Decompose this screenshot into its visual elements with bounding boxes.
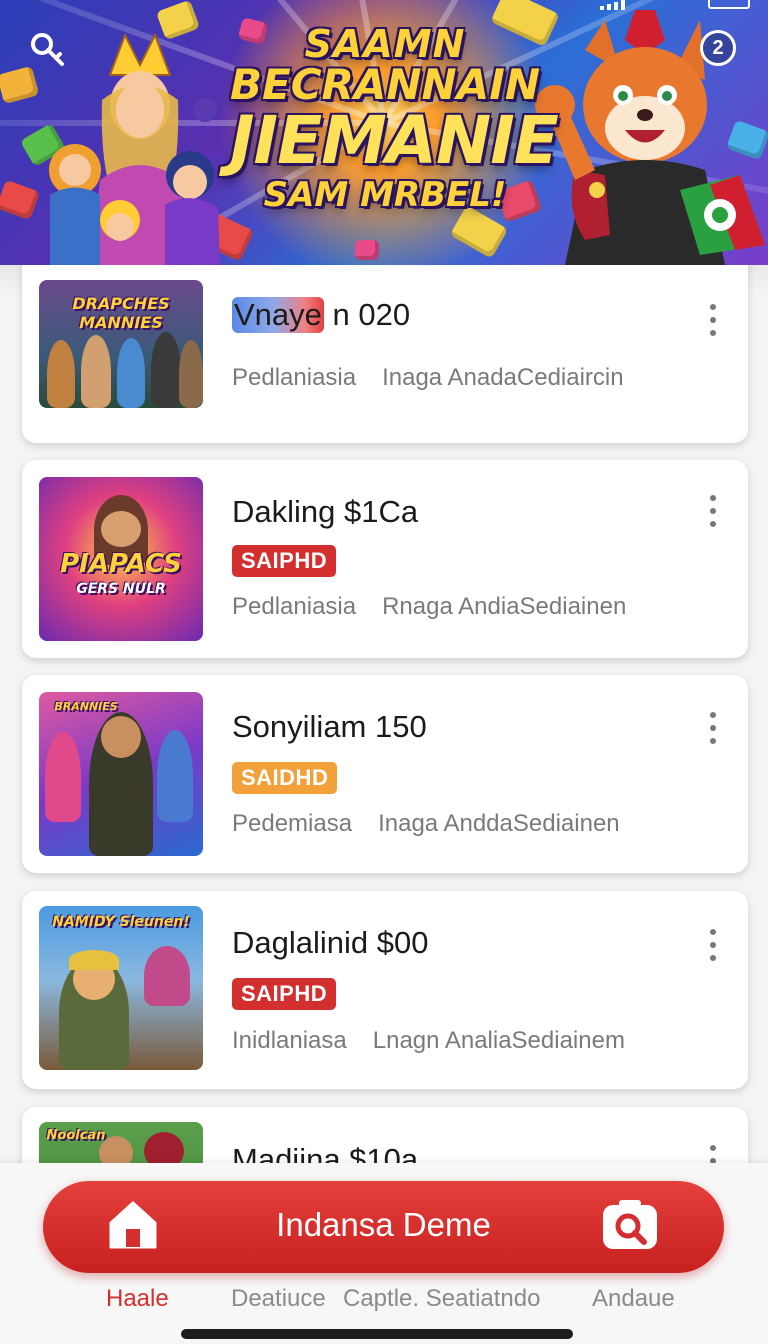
list-item[interactable]: BRANNIES Sonyiliam 150 SAIDHD Pedemiasa I… bbox=[22, 675, 748, 873]
item-sub-left: Inidlaniasa bbox=[232, 1027, 347, 1054]
item-title: Dakling $1Ca bbox=[232, 494, 419, 529]
thumbnail-title: DRAPCHES MANNIES bbox=[72, 294, 170, 332]
home-indicator[interactable] bbox=[181, 1329, 573, 1339]
more-options-icon[interactable] bbox=[703, 495, 723, 527]
promo-banner[interactable]: SAAMN BECRANNAIN JIEMANIE SAM MRBEL! 2 bbox=[0, 0, 768, 265]
game-thumbnail[interactable]: NAMIDY Sleunen! bbox=[39, 906, 203, 1070]
bottom-navigation: Indansa Deme Haale Deatiuce Captle. Seat… bbox=[0, 1163, 768, 1344]
list-item[interactable]: Noolcan Madiina $10a bbox=[22, 1107, 748, 1165]
title-rest: n 020 bbox=[332, 297, 411, 332]
item-sub-right: Rnaga AndiaSediainen bbox=[382, 593, 627, 620]
status-badge: SAIDHD bbox=[232, 762, 338, 794]
signal-icon bbox=[600, 0, 625, 10]
hero-characters-illustration bbox=[49, 32, 220, 265]
mahjong-tile-decoration bbox=[355, 240, 379, 260]
more-options-icon[interactable] bbox=[703, 712, 723, 744]
item-sub-right: Lnagn AnaliaSediainem bbox=[372, 1027, 625, 1054]
item-sub-left: Pedlaniasia bbox=[232, 593, 357, 620]
item-title: Sonyiliam 150 bbox=[232, 709, 427, 744]
banner-line-4: SAM MRBEL! bbox=[263, 174, 507, 215]
game-thumbnail[interactable]: PIAPACS GERS NULR bbox=[39, 477, 203, 641]
mahjong-tile-decoration bbox=[0, 179, 41, 221]
item-subtitle: Pedlaniasia Rnaga AndiaSediainen bbox=[232, 593, 626, 621]
item-sub-left: Pedemiasa bbox=[232, 810, 353, 837]
item-sub-right: Inaga AnadaCediaircin bbox=[382, 364, 624, 391]
more-options-icon[interactable] bbox=[703, 1145, 723, 1165]
item-subtitle: Pedemiasa Inaga AnddaSediainen bbox=[232, 810, 620, 838]
thumbnail-title: NAMIDY Sleunen! bbox=[52, 914, 190, 930]
status-badge: SAIPHD bbox=[232, 978, 337, 1010]
item-title: Madiina $10a bbox=[232, 1142, 419, 1165]
nav-item-3[interactable]: Captle. Seatiatndo bbox=[343, 1285, 540, 1313]
game-list[interactable]: DRAPCHES MANNIES Vnaye n 020 Pedlaniasia… bbox=[0, 265, 768, 1165]
mahjong-tile-decoration bbox=[0, 65, 40, 105]
thumbnail-title: PIAPACS bbox=[60, 549, 182, 579]
status-badge: SAIPHD bbox=[232, 545, 337, 577]
nav-item-home[interactable]: Haale bbox=[106, 1285, 169, 1313]
banner-line-3: JIEMANIE bbox=[230, 101, 559, 179]
list-item[interactable]: DRAPCHES MANNIES Vnaye n 020 Pedlaniasia… bbox=[22, 265, 748, 443]
search-icon[interactable] bbox=[601, 1199, 659, 1253]
banner-line-2: BECRANNAIN bbox=[230, 59, 540, 109]
thumbnail-subtitle: GERS NULR bbox=[76, 581, 166, 597]
nav-item-4[interactable]: Andaue bbox=[592, 1285, 675, 1313]
item-subtitle: Inidlaniasa Lnagn AnaliaSediainem bbox=[232, 1027, 625, 1055]
banner-line-1: SAAMN bbox=[304, 22, 466, 66]
key-icon[interactable] bbox=[28, 30, 68, 70]
more-options-icon[interactable] bbox=[703, 929, 723, 961]
notification-count-icon[interactable]: 2 bbox=[700, 30, 736, 66]
banner-headline: SAAMN BECRANNAIN JIEMANIE SAM MRBEL! bbox=[230, 22, 559, 215]
nav-item-2[interactable]: Deatiuce bbox=[231, 1285, 326, 1313]
list-item[interactable]: NAMIDY Sleunen! Daglalinid $00 SAIPHD In… bbox=[22, 891, 748, 1089]
item-subtitle: Pedlaniasia Inaga AnadaCediaircin bbox=[232, 364, 624, 392]
game-thumbnail[interactable]: DRAPCHES MANNIES bbox=[39, 280, 203, 408]
item-sub-right: Inaga AnddaSediainen bbox=[378, 810, 620, 837]
item-title: Daglalinid $00 bbox=[232, 925, 429, 960]
battery-icon bbox=[708, 0, 750, 9]
game-thumbnail[interactable]: Noolcan bbox=[39, 1122, 203, 1165]
title-highlight: Vnaye bbox=[232, 297, 324, 333]
item-title: Vnaye n 020 bbox=[232, 297, 410, 333]
primary-action-button[interactable]: Indansa Deme bbox=[43, 1181, 724, 1273]
game-thumbnail[interactable]: BRANNIES bbox=[39, 692, 203, 856]
list-item[interactable]: PIAPACS GERS NULR Dakling $1Ca SAIPHD Pe… bbox=[22, 460, 748, 658]
item-sub-left: Pedlaniasia bbox=[232, 364, 357, 391]
more-options-icon[interactable] bbox=[703, 304, 723, 336]
